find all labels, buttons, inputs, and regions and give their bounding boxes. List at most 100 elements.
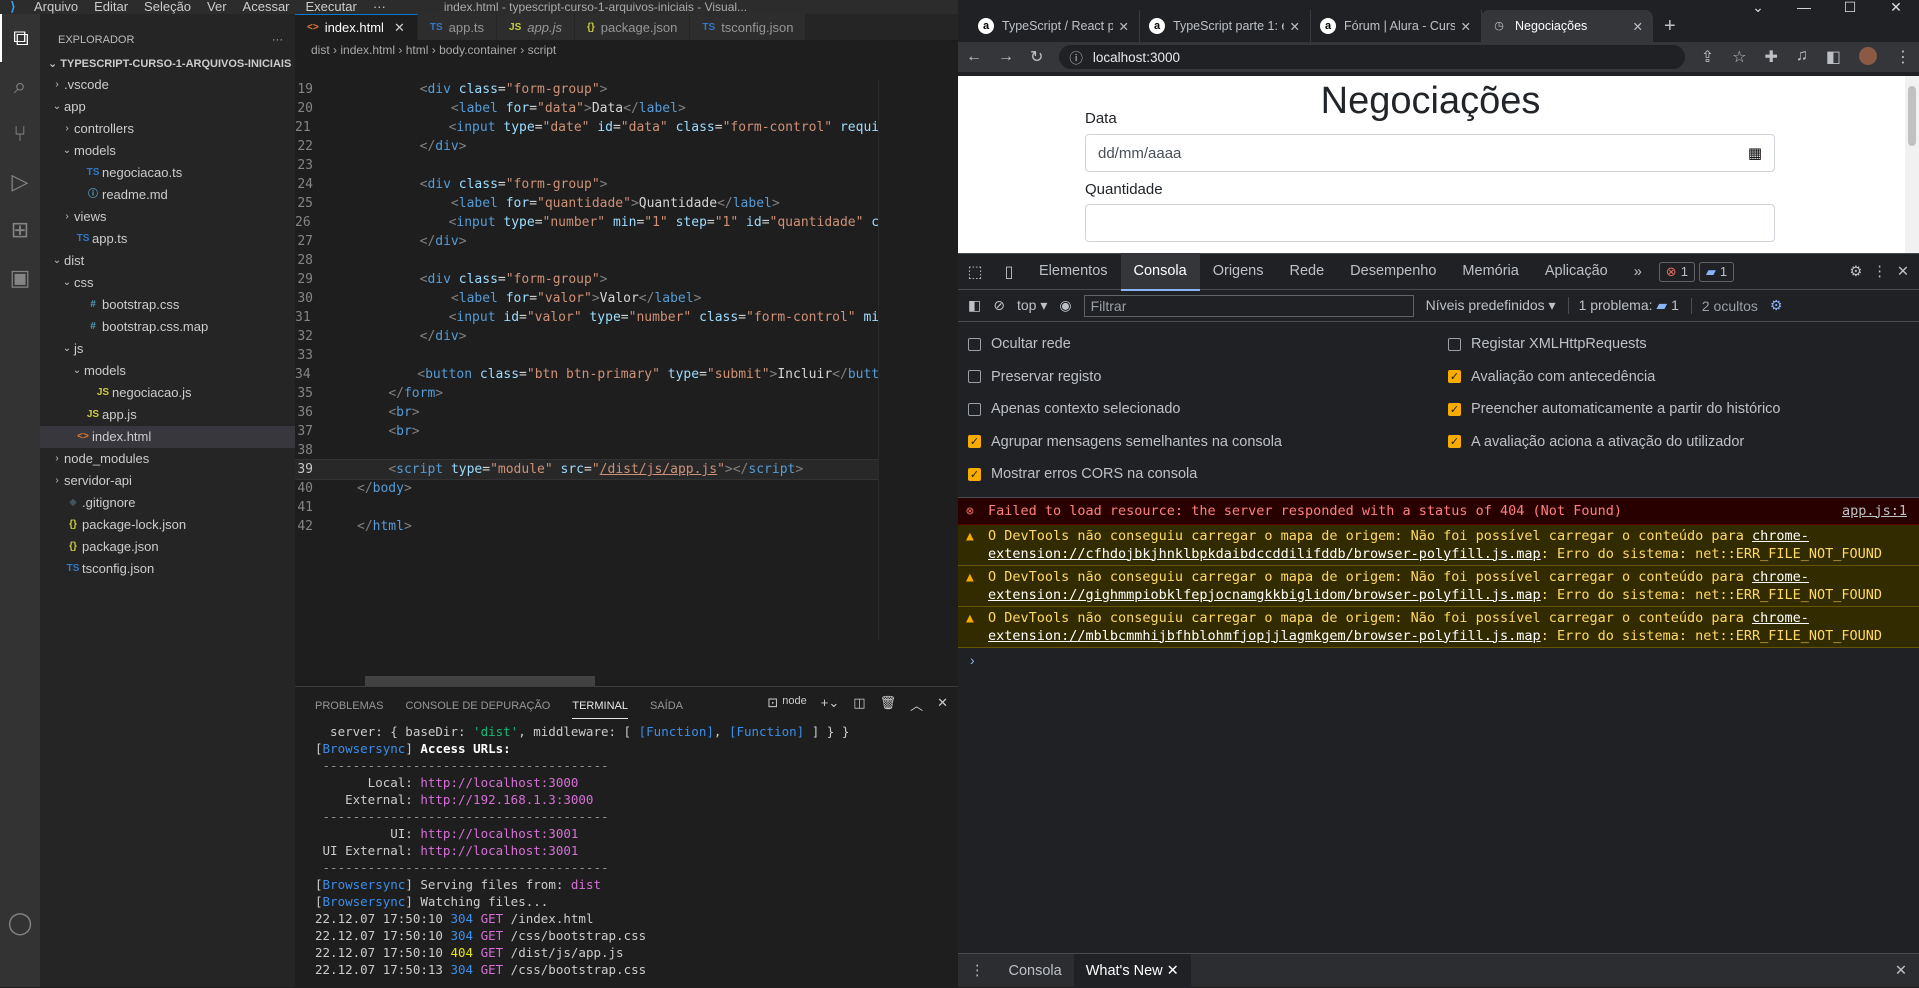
new-terminal-icon[interactable]: +⌄ [821, 695, 839, 714]
checkbox-unchecked-icon[interactable] [1448, 337, 1461, 351]
folder-item[interactable]: › controllers [40, 118, 295, 140]
error-source-link[interactable]: app.js:1 [1842, 500, 1907, 523]
setting-checkbox[interactable]: Ocultar rede [968, 328, 1448, 361]
devtools-close-icon[interactable]: ✕ [1897, 264, 1909, 280]
drawer-close-icon[interactable]: ✕ [1895, 963, 1919, 979]
folder-item[interactable]: › servidor-api [40, 470, 295, 492]
code-line[interactable]: 40 </body> [295, 479, 878, 498]
menu-item[interactable]: Executar [298, 0, 365, 14]
code-line[interactable]: 26 <input type="number" min="1" step="1"… [295, 213, 878, 232]
folder-item[interactable]: › node_modules [40, 448, 295, 470]
messages-badge[interactable]: ▰ 1 [1698, 261, 1735, 282]
code-line[interactable]: 37 <br> [295, 422, 878, 441]
terminal-output[interactable]: server: { baseDir: 'dist', middleware: [… [295, 721, 958, 978]
code-line[interactable]: 34 <button class="btn btn-primary" type=… [295, 365, 878, 384]
folder-item[interactable]: ⌄ js [40, 338, 295, 360]
close-tab-icon[interactable]: ✕ [1290, 19, 1300, 34]
panel-tab[interactable]: SAÍDA [650, 690, 683, 719]
devtools-tab[interactable]: Aplicação [1532, 253, 1621, 291]
menu-item[interactable]: Editar [86, 0, 136, 14]
maximize-panel-icon[interactable]: ︿ [910, 695, 923, 714]
code-line[interactable]: 36 <br> [295, 403, 878, 422]
setting-checkbox[interactable]: ✓ Avaliação com antecedência [1448, 361, 1918, 394]
run-debug-icon[interactable]: ▷ [0, 158, 40, 206]
menu-item[interactable]: Ver [199, 0, 235, 14]
panel-tab[interactable]: TERMINAL [572, 690, 628, 719]
file-item[interactable]: # bootstrap.css [40, 294, 295, 316]
folder-item[interactable]: › views [40, 206, 295, 228]
checkbox-checked-icon[interactable]: ✓ [1448, 370, 1461, 384]
file-item[interactable]: # bootstrap.css.map [40, 316, 295, 338]
close-panel-icon[interactable]: ✕ [937, 695, 948, 714]
editor-tab[interactable]: TS app.ts [417, 14, 498, 40]
drawer-tab[interactable]: What's New ✕ [1073, 953, 1191, 988]
checkbox-unchecked-icon[interactable] [968, 370, 981, 384]
site-info-icon[interactable]: ⓘ [1069, 47, 1083, 67]
checkbox-checked-icon[interactable]: ✓ [1448, 435, 1461, 449]
address-bar[interactable]: ⓘ localhost:3000 [1059, 45, 1685, 69]
file-item[interactable]: TS tsconfig.json [40, 558, 295, 580]
remote-explorer-icon[interactable]: ▣ [0, 254, 40, 302]
code-line[interactable]: 38 [295, 441, 878, 460]
menu-item[interactable]: Acessar [235, 0, 298, 14]
filter-input[interactable]: Filtrar [1083, 294, 1414, 317]
browser-tab[interactable]: a Fórum | Alura - Curs ✕ [1310, 10, 1482, 42]
breadcrumb-item[interactable]: dist [311, 43, 330, 57]
folder-item[interactable]: ⌄ models [40, 360, 295, 382]
code-line[interactable]: 30 <label for="valor">Valor</label> [295, 289, 878, 308]
code-line[interactable]: 41 [295, 498, 878, 517]
breadcrumb-item[interactable]: html [406, 43, 429, 57]
errors-badge[interactable]: ⊗ 1 [1658, 261, 1695, 282]
code-line[interactable]: 19 <div class="form-group"> [295, 80, 878, 99]
checkbox-unchecked-icon[interactable] [968, 337, 981, 351]
editor-tab[interactable]: TS tsconfig.json [690, 14, 807, 40]
menu-item[interactable]: ··· [365, 0, 394, 14]
code-line[interactable]: 20 <label for="data">Data</label> [295, 99, 878, 118]
checkbox-unchecked-icon[interactable] [968, 402, 981, 416]
bookmark-star-icon[interactable]: ☆ [1732, 47, 1746, 67]
drawer-menu-icon[interactable]: ⋮ [958, 954, 997, 988]
code-line[interactable]: 35 </form> [295, 384, 878, 403]
file-item[interactable]: TS negociacao.ts [40, 162, 295, 184]
devtools-tab[interactable]: Rede [1277, 253, 1338, 291]
share-icon[interactable]: ⇪ [1701, 47, 1714, 67]
code-line[interactable]: 25 <label for="quantidade">Quantidade</l… [295, 194, 878, 213]
terminal-name[interactable]: node [782, 695, 806, 714]
drawer-tab[interactable]: Consola [997, 954, 1074, 988]
code-line[interactable]: 23 [295, 156, 878, 175]
minimap[interactable] [878, 80, 958, 640]
explorer-icon[interactable]: ⧉ [0, 14, 40, 62]
inspect-element-icon[interactable]: ⬚ [958, 262, 992, 282]
code-line[interactable]: 24 <div class="form-group"> [295, 175, 878, 194]
folder-item[interactable]: ⌄ app [40, 96, 295, 118]
trash-icon[interactable]: 🗑 [880, 695, 897, 714]
code-line[interactable]: 27 </div> [295, 232, 878, 251]
live-expression-icon[interactable]: ◉ [1059, 297, 1071, 314]
code-line[interactable]: 31 <input id="valor" type="number" class… [295, 308, 878, 327]
checkbox-checked-icon[interactable]: ✓ [1448, 402, 1461, 416]
devtools-tab[interactable]: Consola [1120, 252, 1200, 291]
setting-checkbox[interactable]: ✓ Mostrar erros CORS na consola [968, 458, 1448, 491]
breadcrumb-item[interactable]: body.container [439, 43, 517, 57]
folder-item[interactable]: › .vscode [40, 74, 295, 96]
devtools-settings-icon[interactable]: ⚙ [1849, 264, 1862, 280]
file-item[interactable]: {} package-lock.json [40, 514, 295, 536]
checkbox-checked-icon[interactable]: ✓ [968, 467, 981, 481]
maximize-icon[interactable]: ☐ [1827, 0, 1873, 14]
breadcrumb-item[interactable]: index.html [340, 43, 395, 57]
setting-checkbox[interactable]: Preservar registo [968, 361, 1448, 394]
folder-item[interactable]: ⌄ dist [40, 250, 295, 272]
close-tab-icon[interactable]: ✕ [1119, 19, 1129, 34]
search-icon[interactable]: ⌕ [0, 62, 40, 110]
code-line[interactable]: 22 </div> [295, 137, 878, 156]
levels-select[interactable]: Níveis predefinidos ▾ [1426, 297, 1556, 314]
file-item[interactable]: TS app.ts [40, 228, 295, 250]
extensions-puzzle-icon[interactable]: ✚ [1764, 47, 1777, 67]
code-line[interactable]: 21 <input type="date" id="data" class="f… [295, 118, 878, 137]
device-toolbar-icon[interactable]: ▯ [992, 262, 1026, 282]
source-control-icon[interactable]: ⑂ [0, 110, 40, 158]
explorer-more-button[interactable]: ··· [272, 34, 283, 54]
issues-button[interactable]: 1 problema: ▰ 1 [1567, 297, 1679, 314]
editor-tab[interactable]: <> index.html ✕ [295, 14, 418, 40]
date-input[interactable]: dd/mm/aaaa ▦ [1085, 134, 1775, 172]
